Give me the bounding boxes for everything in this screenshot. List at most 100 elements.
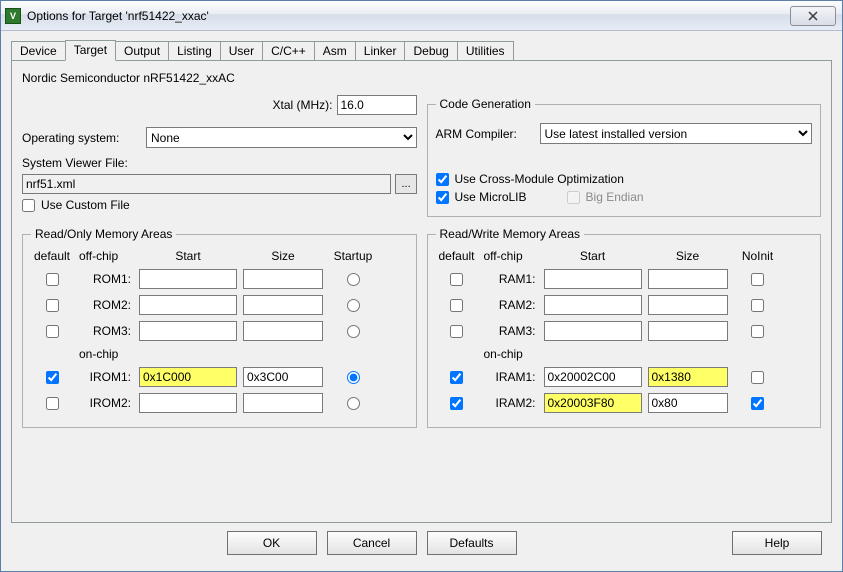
tab-output[interactable]: Output [115, 41, 169, 60]
start-input[interactable] [544, 321, 642, 341]
svf-label: System Viewer File: [22, 156, 417, 170]
startup-radio[interactable] [347, 325, 360, 338]
memory-name-label: ROM3: [79, 324, 133, 338]
client-area: DeviceTargetOutputListingUserC/C++AsmLin… [1, 31, 842, 571]
big-endian-checkbox [567, 191, 580, 204]
size-input[interactable] [648, 393, 728, 413]
left-column: Xtal (MHz): Operating system: None Syste… [22, 91, 417, 221]
tab-bar: DeviceTargetOutputListingUserC/C++AsmLin… [11, 39, 832, 61]
ro-hdr-default: default [31, 249, 73, 263]
cancel-button[interactable]: Cancel [327, 531, 417, 555]
rw-onchip-label: on-chip [484, 347, 813, 361]
compiler-select[interactable]: Use latest installed version [540, 123, 813, 144]
xtal-label: Xtal (MHz): [273, 98, 333, 112]
start-input[interactable] [544, 367, 642, 387]
ro-title: Read/Only Memory Areas [31, 227, 176, 241]
noinit-checkbox[interactable] [751, 397, 764, 410]
custom-file-checkbox[interactable] [22, 199, 35, 212]
size-input[interactable] [648, 321, 728, 341]
os-select[interactable]: None [146, 127, 417, 148]
tab-device[interactable]: Device [11, 41, 66, 60]
startup-radio[interactable] [347, 299, 360, 312]
default-checkbox[interactable] [46, 397, 59, 410]
start-input[interactable] [544, 295, 642, 315]
memory-name-label: RAM3: [484, 324, 538, 338]
help-button[interactable]: Help [732, 531, 822, 555]
rw-hdr-start: Start [544, 249, 642, 263]
big-endian-label: Big Endian [586, 190, 644, 204]
tab-target[interactable]: Target [65, 40, 116, 61]
memory-row: IROM1: [31, 367, 408, 387]
codegen-title: Code Generation [436, 97, 535, 111]
cross-module-checkbox[interactable] [436, 173, 449, 186]
tab-asm[interactable]: Asm [314, 41, 356, 60]
memory-row: IRAM1: [436, 367, 813, 387]
microlib-checkbox[interactable] [436, 191, 449, 204]
memory-name-label: IROM2: [79, 396, 133, 410]
start-input[interactable] [139, 393, 237, 413]
size-input[interactable] [648, 269, 728, 289]
target-panel: Nordic Semiconductor nRF51422_xxAC Xtal … [11, 60, 832, 523]
memory-row: IRAM2: [436, 393, 813, 413]
ro-hdr-start: Start [139, 249, 237, 263]
memory-name-label: IROM1: [79, 370, 133, 384]
tab-user[interactable]: User [220, 41, 263, 60]
default-checkbox[interactable] [450, 397, 463, 410]
defaults-button[interactable]: Defaults [427, 531, 517, 555]
app-icon: V [5, 8, 21, 24]
start-input[interactable] [139, 295, 237, 315]
size-input[interactable] [648, 367, 728, 387]
dialog-buttons: OK Cancel Defaults Help [11, 523, 832, 565]
tab-linker[interactable]: Linker [355, 41, 406, 60]
memory-name-label: IRAM2: [484, 396, 538, 410]
os-label: Operating system: [22, 131, 142, 145]
default-checkbox[interactable] [450, 273, 463, 286]
microlib-label: Use MicroLIB [455, 190, 527, 204]
noinit-checkbox[interactable] [751, 325, 764, 338]
start-input[interactable] [139, 321, 237, 341]
size-input[interactable] [243, 393, 323, 413]
memory-row: RAM2: [436, 295, 813, 315]
noinit-checkbox[interactable] [751, 371, 764, 384]
size-input[interactable] [648, 295, 728, 315]
memory-row: ROM2: [31, 295, 408, 315]
ro-hdr-size: Size [243, 249, 323, 263]
ro-hdr-chip: off-chip [79, 249, 133, 263]
noinit-checkbox[interactable] [751, 273, 764, 286]
svf-input[interactable] [22, 174, 391, 194]
titlebar: V Options for Target 'nrf51422_xxac' [1, 1, 842, 31]
memory-name-label: IRAM1: [484, 370, 538, 384]
startup-radio[interactable] [347, 371, 360, 384]
size-input[interactable] [243, 321, 323, 341]
start-input[interactable] [139, 367, 237, 387]
default-checkbox[interactable] [450, 371, 463, 384]
memory-name-label: RAM2: [484, 298, 538, 312]
ok-button[interactable]: OK [227, 531, 317, 555]
tab-utilities[interactable]: Utilities [457, 41, 514, 60]
default-checkbox[interactable] [46, 273, 59, 286]
size-input[interactable] [243, 367, 323, 387]
start-input[interactable] [139, 269, 237, 289]
close-button[interactable] [790, 6, 836, 26]
default-checkbox[interactable] [46, 325, 59, 338]
close-icon [807, 10, 819, 22]
rw-hdr-size: Size [648, 249, 728, 263]
size-input[interactable] [243, 295, 323, 315]
rw-hdr-chip: off-chip [484, 249, 538, 263]
tab-listing[interactable]: Listing [168, 41, 221, 60]
noinit-checkbox[interactable] [751, 299, 764, 312]
memory-row: RAM1: [436, 269, 813, 289]
svf-browse-button[interactable]: ... [395, 174, 417, 194]
tab-debug[interactable]: Debug [404, 41, 457, 60]
default-checkbox[interactable] [46, 371, 59, 384]
default-checkbox[interactable] [46, 299, 59, 312]
start-input[interactable] [544, 393, 642, 413]
default-checkbox[interactable] [450, 325, 463, 338]
tab-c-c-[interactable]: C/C++ [262, 41, 315, 60]
xtal-input[interactable] [337, 95, 417, 115]
startup-radio[interactable] [347, 397, 360, 410]
start-input[interactable] [544, 269, 642, 289]
size-input[interactable] [243, 269, 323, 289]
default-checkbox[interactable] [450, 299, 463, 312]
startup-radio[interactable] [347, 273, 360, 286]
